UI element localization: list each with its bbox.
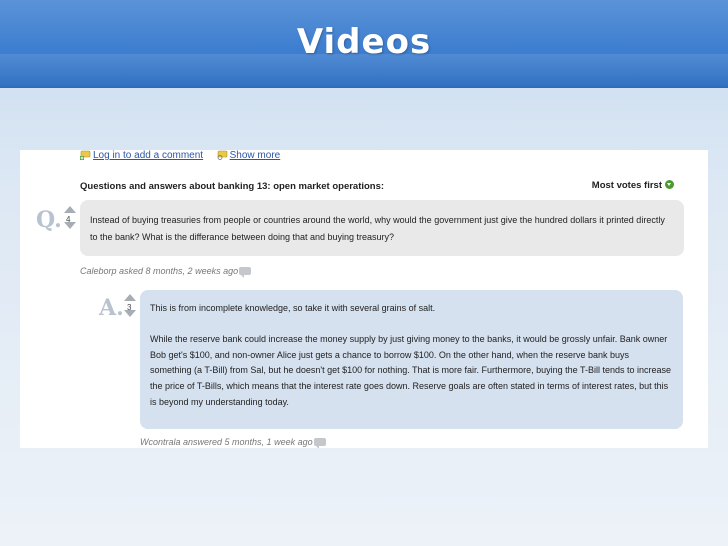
upvote-icon[interactable] [124,294,136,301]
answer-paragraph: This is from incomplete knowledge, so ta… [150,303,436,313]
chevron-down-icon [665,180,674,189]
question-body: Instead of buying treasuries from people… [80,200,684,256]
comment-icon[interactable] [313,438,326,448]
show-more-link[interactable]: Show more [230,150,281,161]
show-more-icon [217,150,228,160]
login-to-comment-link[interactable]: Log in to add a comment [93,150,203,161]
question-meta-text: Caleborp asked 8 months, 2 weeks ago [80,266,239,276]
sort-label: Most votes first [591,180,662,191]
answer-meta-text: Wcontrala answered 5 months, 1 week ago [140,437,313,447]
question-marker: Q. [36,207,62,233]
section-heading: Questions and answers about banking 13: … [80,181,385,192]
question-meta: Caleborp asked 8 months, 2 weeks ago [80,266,252,278]
comment-icon[interactable] [239,267,252,278]
comment-toolbar: Log in to add a comment Show more [80,150,280,161]
answer-paragraph: While the reserve bank could increase th… [150,333,671,407]
question-vote-count: 4 [66,215,71,224]
add-comment-icon [80,150,91,160]
slide-title: Videos [296,22,432,62]
answer-meta: Wcontrala answered 5 months, 1 week ago [140,437,326,448]
answer-body: This is from incomplete knowledge, so ta… [140,290,683,429]
answer-vote-count: 3 [127,303,132,312]
answer-marker: A. [99,295,124,321]
embedded-screenshot: Log in to add a comment Show more Questi… [20,150,708,448]
sort-dropdown[interactable]: Most votes first [592,180,674,191]
upvote-icon[interactable] [64,206,76,213]
